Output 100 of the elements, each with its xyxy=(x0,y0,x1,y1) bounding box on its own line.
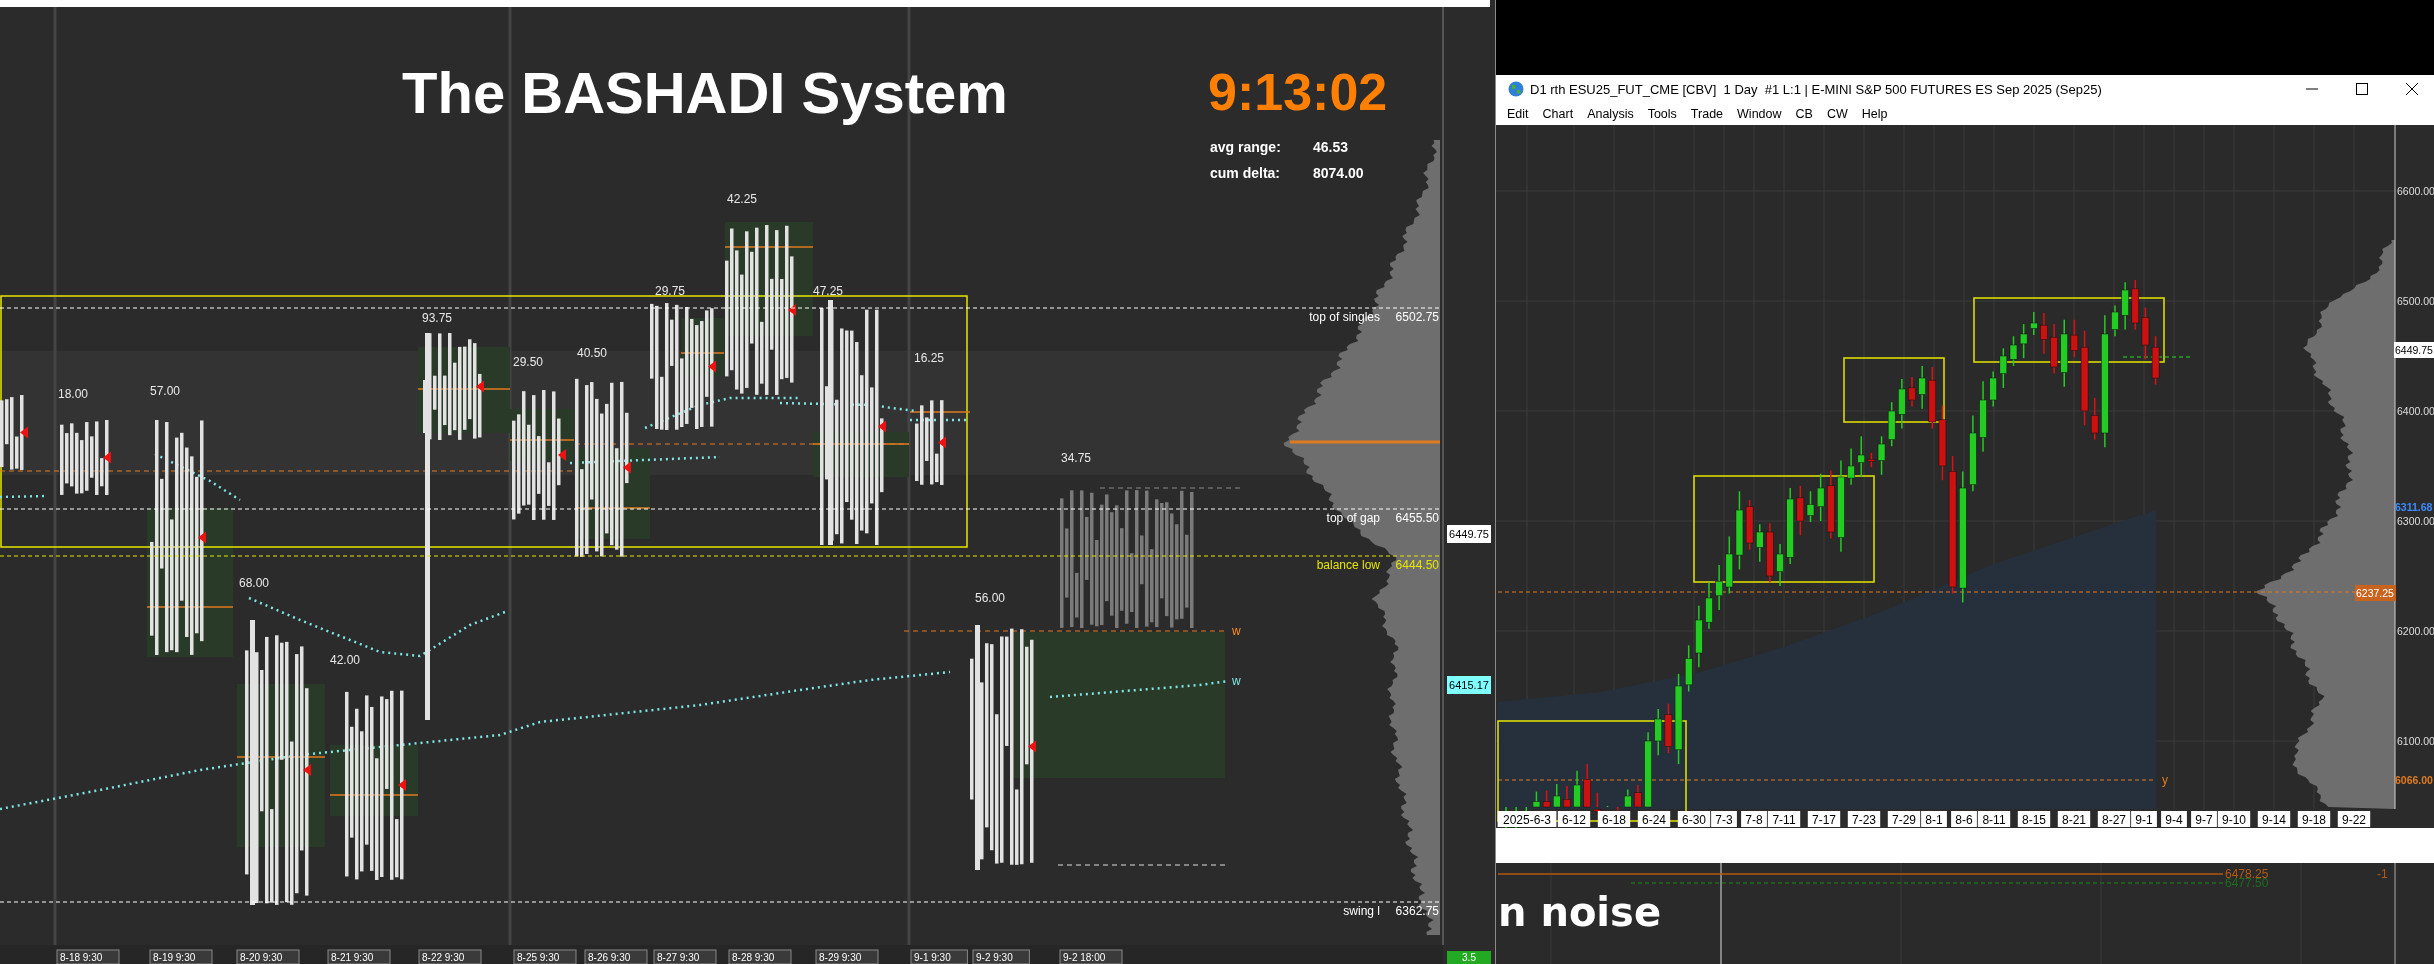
menu-item[interactable]: Analysis xyxy=(1580,105,1641,123)
globe-icon xyxy=(1508,81,1524,97)
date-label: 8-27 xyxy=(2097,811,2131,827)
date-label: 9-10 xyxy=(2217,811,2251,827)
date-label: 9-1 xyxy=(2131,811,2157,827)
candlestick xyxy=(1583,763,1591,808)
session-mark: w xyxy=(1232,624,1241,638)
time-label: 9-2 18:00 xyxy=(1059,949,1123,964)
menu-item[interactable]: Help xyxy=(1854,105,1895,123)
menu-item[interactable]: CB xyxy=(1788,105,1820,123)
axis-label: 6400.00 xyxy=(2397,405,2434,417)
date-label: 9-22 xyxy=(2337,811,2371,827)
candlestick xyxy=(1999,347,2008,389)
range-label: 34.75 xyxy=(1061,451,1091,465)
candlestick xyxy=(1857,435,1865,478)
date-label: 6-24 xyxy=(1637,811,1671,827)
stat-label: cum delta: xyxy=(1210,165,1280,181)
range-label: 56.00 xyxy=(975,591,1005,605)
date-label: 7-17 xyxy=(1807,811,1841,827)
level-label: top of gap xyxy=(1326,511,1380,525)
axis-label: 6300.00 xyxy=(2397,515,2434,527)
level-label: balance low xyxy=(1316,558,1380,572)
clock: 9:13:02 xyxy=(1208,63,1388,121)
range-label: 42.25 xyxy=(727,192,757,206)
candlestick xyxy=(1898,378,1906,430)
candlestick xyxy=(1634,784,1642,808)
candlestick xyxy=(1776,543,1784,587)
date-label: 6-30 xyxy=(1677,811,1711,827)
level-mark: y xyxy=(2162,773,2168,787)
poc-line xyxy=(680,352,725,354)
level-price: 6502.75 xyxy=(1395,310,1439,324)
candlestick xyxy=(1827,469,1835,540)
candlestick xyxy=(1725,535,1734,595)
date-label: 8-11 xyxy=(1977,811,2011,827)
time-label: 8-21 9:30 xyxy=(327,949,391,964)
window-title: D1 rth ESU25_FUT_CME [CBV] 1 Day #1 L:1 | E-MINI S&P 500 FUTURES ES Sep 2025 (Sep25) xyxy=(1530,81,2103,97)
candlestick xyxy=(2121,281,2129,331)
range-label: 16.25 xyxy=(914,351,944,365)
candlestick xyxy=(1928,366,1937,430)
corner-tag: 3.5 xyxy=(1447,951,1491,964)
range-label: 40.50 xyxy=(577,346,607,360)
axis-label: 6600.00 xyxy=(2397,185,2434,197)
session-mark: w xyxy=(1232,674,1241,688)
candlestick xyxy=(1989,370,1997,408)
candlestick xyxy=(1887,401,1896,447)
menu-item[interactable]: Trade xyxy=(1683,105,1731,123)
candlestick xyxy=(2060,318,2068,388)
date-label: 9-18 xyxy=(2297,811,2331,827)
candlestick xyxy=(1654,708,1662,757)
time-label: 8-22 9:30 xyxy=(418,949,482,964)
date-label: 8-21 xyxy=(2057,811,2091,827)
candlestick xyxy=(1542,789,1551,808)
stat-label: avg range: xyxy=(1210,139,1281,155)
candlestick xyxy=(1705,581,1713,630)
date-label: 7-29 xyxy=(1887,811,1921,827)
level-price: 6455.50 xyxy=(1395,511,1439,525)
date-label: 9-4 xyxy=(2161,811,2187,827)
menu-item[interactable]: Edit xyxy=(1500,105,1536,123)
candlestick xyxy=(1766,522,1774,584)
candlestick xyxy=(1695,604,1703,669)
candlestick xyxy=(1532,790,1541,808)
price-tag: 6311.68 xyxy=(2395,501,2433,513)
date-label: 6-18 xyxy=(1597,811,1631,827)
candlestick xyxy=(1563,785,1571,808)
candlestick xyxy=(1624,788,1632,808)
candlestick xyxy=(2151,335,2160,386)
price-tag: 6066.00 xyxy=(2395,774,2433,786)
candlestick xyxy=(2131,279,2140,331)
time-label: 8-19 9:30 xyxy=(149,949,213,964)
date-label: 7-23 xyxy=(1847,811,1881,827)
panel-title: n noise xyxy=(1498,889,1661,935)
range-label: 18.00 xyxy=(58,387,88,401)
level-label: top of singles xyxy=(1309,310,1380,324)
candlestick xyxy=(2040,312,2048,355)
menu-item[interactable]: Tools xyxy=(1640,105,1684,123)
vwap-line xyxy=(910,418,968,422)
price-tag: 6237.25 xyxy=(2355,585,2396,601)
menu-item[interactable]: CW xyxy=(1819,105,1855,123)
time-label: 8-29 9:30 xyxy=(815,949,879,964)
candlestick xyxy=(1616,806,1619,812)
candlestick xyxy=(1715,564,1723,611)
date-label: 9-14 xyxy=(2257,811,2291,827)
candlestick xyxy=(2019,323,2028,359)
date-label: 8-6 xyxy=(1951,811,1977,827)
menu-item[interactable]: Window xyxy=(1730,105,1789,123)
date-label: 6-12 xyxy=(1557,811,1591,827)
candlestick xyxy=(1918,365,1926,410)
date-label: 2025-6-3 xyxy=(1497,811,1557,827)
axis-label: 6200.00 xyxy=(2397,625,2434,637)
date-label: 8-15 xyxy=(2017,811,2051,827)
axis-label: 6500.00 xyxy=(2397,295,2434,307)
range-label: 47.25 xyxy=(813,284,843,298)
candlestick xyxy=(1593,791,1602,812)
menu-item[interactable]: Chart xyxy=(1535,105,1581,123)
candlestick xyxy=(1573,769,1581,808)
candlestick xyxy=(1908,376,1916,408)
time-label: 8-18 9:30 xyxy=(56,949,120,964)
close-icon xyxy=(2406,83,2418,95)
range-label: 93.75 xyxy=(422,311,452,325)
range-label: 57.00 xyxy=(150,384,180,398)
